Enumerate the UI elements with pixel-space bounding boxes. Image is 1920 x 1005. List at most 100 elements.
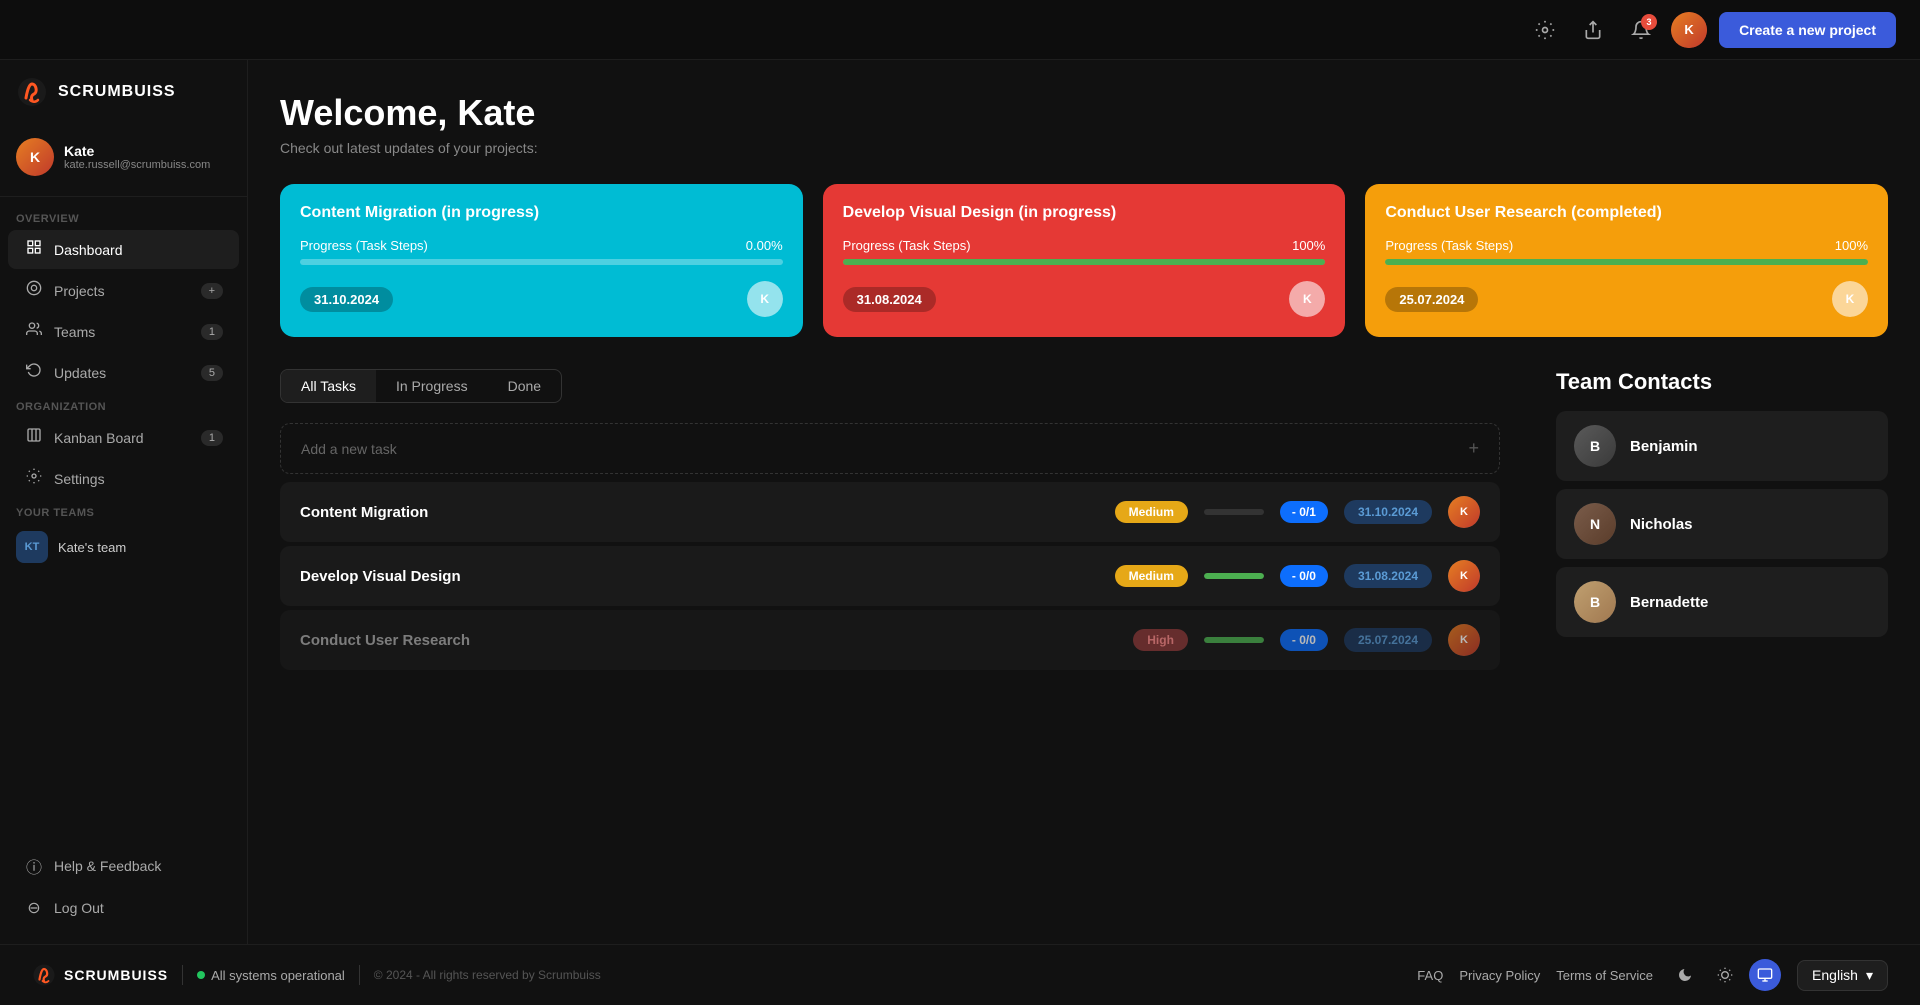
progress-bar-bg-0 [300, 259, 783, 265]
sidebar-user-info: Kate kate.russell@scrumbuiss.com [64, 143, 210, 171]
section-label-organization: Organization [0, 393, 247, 417]
footer-link-privacy[interactable]: Privacy Policy [1459, 968, 1540, 983]
right-panel: Team Contacts B Benjamin N Nicholas B [1528, 369, 1888, 670]
task-filter-tabs: All Tasks In Progress Done [280, 369, 562, 403]
dashboard-icon [24, 239, 44, 260]
logout-icon: ⊖ [24, 898, 44, 918]
card-avatar-0: K [747, 281, 783, 317]
sidebar-item-teams[interactable]: Teams 1 [8, 312, 239, 351]
tab-in-progress[interactable]: In Progress [376, 370, 488, 402]
project-card-visual-design[interactable]: Develop Visual Design (in progress) Prog… [823, 184, 1346, 337]
task-row-2[interactable]: Conduct User Research High - 0/0 25.07.2… [280, 610, 1500, 670]
card-date-2: 25.07.2024 [1385, 287, 1478, 312]
progress-bar-bg-1 [843, 259, 1326, 265]
settings-icon[interactable] [1527, 12, 1563, 48]
tab-all-tasks[interactable]: All Tasks [281, 370, 376, 402]
sidebar-help-label: Help & Feedback [54, 858, 161, 874]
task-progress-0 [1204, 509, 1264, 515]
sidebar-teams-label: Teams [54, 324, 95, 340]
add-task-button[interactable]: Add a new task + [280, 423, 1500, 474]
task-progress-bar-0 [1204, 509, 1264, 515]
sidebar-item-projects[interactable]: Projects + [8, 271, 239, 310]
sidebar-team-kates-team[interactable]: KT Kate's team [0, 523, 247, 571]
sidebar-item-settings[interactable]: Settings [8, 459, 239, 498]
card-avatar-1: K [1289, 281, 1325, 317]
contact-avatar-benjamin: B [1574, 425, 1616, 467]
monitor-icon[interactable] [1749, 959, 1781, 991]
teams-badge: 1 [201, 324, 223, 340]
main-layout: SCRUMBUISS K Kate kate.russell@scrumbuis… [0, 60, 1920, 944]
kanban-badge: 1 [201, 430, 223, 446]
tab-done[interactable]: Done [488, 370, 561, 402]
card-title-2: Conduct User Research (completed) [1385, 204, 1868, 222]
contact-avatar-nicholas: N [1574, 503, 1616, 545]
dark-mode-icon[interactable] [1669, 959, 1701, 991]
sidebar-user-profile[interactable]: K Kate kate.russell@scrumbuiss.com [0, 128, 247, 197]
task-row-0[interactable]: Content Migration Medium - 0/1 31.10.202… [280, 482, 1500, 542]
language-selector[interactable]: English ▾ [1797, 960, 1888, 991]
updates-icon [24, 362, 44, 383]
project-card-user-research[interactable]: Conduct User Research (completed) Progre… [1365, 184, 1888, 337]
footer-left: SCRUMBUISS All systems operational © 202… [32, 963, 601, 987]
project-card-content-migration[interactable]: Content Migration (in progress) Progress… [280, 184, 803, 337]
add-task-label: Add a new task [301, 441, 397, 457]
task-progress-bar-1 [1204, 573, 1264, 579]
footer: SCRUMBUISS All systems operational © 202… [0, 944, 1920, 1005]
teams-icon [24, 321, 44, 342]
notification-icon[interactable]: 3 [1623, 12, 1659, 48]
share-icon[interactable] [1575, 12, 1611, 48]
notification-badge: 3 [1641, 14, 1657, 30]
team-contacts-title: Team Contacts [1556, 369, 1888, 395]
projects-badge: + [201, 283, 223, 299]
sidebar-item-dashboard[interactable]: Dashboard [8, 230, 239, 269]
task-name-2: Conduct User Research [300, 632, 1117, 649]
sidebar-logo: SCRUMBUISS [0, 76, 247, 128]
task-priority-0: Medium [1115, 501, 1188, 523]
sidebar-spacer [0, 571, 247, 844]
task-priority-1: Medium [1115, 565, 1188, 587]
sidebar-item-kanban[interactable]: Kanban Board 1 [8, 418, 239, 457]
footer-divider-1 [182, 965, 183, 985]
footer-link-terms[interactable]: Terms of Service [1556, 968, 1653, 983]
contact-name-bernadette: Bernadette [1630, 594, 1708, 611]
logo-icon [16, 76, 48, 108]
projects-icon [24, 280, 44, 301]
sidebar-user-name: Kate [64, 143, 210, 159]
create-project-button[interactable]: Create a new project [1719, 12, 1896, 48]
light-mode-icon[interactable] [1709, 959, 1741, 991]
sidebar-kanban-label: Kanban Board [54, 430, 144, 446]
task-progress-bar-2 [1204, 637, 1264, 643]
language-chevron: ▾ [1866, 967, 1873, 984]
project-cards-container: Content Migration (in progress) Progress… [280, 184, 1888, 337]
sidebar-user-avatar: K [16, 138, 54, 176]
footer-right: FAQ Privacy Policy Terms of Service Engl… [1417, 959, 1888, 991]
updates-badge: 5 [201, 365, 223, 381]
card-title-1: Develop Visual Design (in progress) [843, 204, 1326, 222]
task-progress-2 [1204, 637, 1264, 643]
status-dot [197, 971, 205, 979]
sidebar-item-updates[interactable]: Updates 5 [8, 353, 239, 392]
team-avatar-kt: KT [16, 531, 48, 563]
progress-bar-fill-2 [1385, 259, 1868, 265]
task-list: Add a new task + Content Migration Mediu… [280, 423, 1500, 670]
contact-card-nicholas[interactable]: N Nicholas [1556, 489, 1888, 559]
task-row-1[interactable]: Develop Visual Design Medium - 0/0 31.08… [280, 546, 1500, 606]
sidebar-item-logout[interactable]: ⊖ Log Out [8, 889, 239, 927]
content-body: All Tasks In Progress Done Add a new tas… [280, 369, 1888, 670]
card-footer-0: 31.10.2024 K [300, 281, 783, 317]
card-footer-2: 25.07.2024 K [1385, 281, 1868, 317]
footer-brand-name: SCRUMBUISS [64, 967, 168, 983]
contact-name-nicholas: Nicholas [1630, 516, 1693, 533]
contact-card-benjamin[interactable]: B Benjamin [1556, 411, 1888, 481]
user-avatar-topbar[interactable]: K [1671, 12, 1707, 48]
add-task-icon: + [1468, 438, 1479, 459]
task-name-1: Develop Visual Design [300, 568, 1099, 585]
card-progress-label-1: Progress (Task Steps) 100% [843, 238, 1326, 253]
footer-logo-icon [32, 963, 56, 987]
section-label-overview: Overview [0, 205, 247, 229]
sidebar-updates-label: Updates [54, 365, 106, 381]
footer-link-faq[interactable]: FAQ [1417, 968, 1443, 983]
team-name-kates: Kate's team [58, 540, 126, 555]
sidebar-item-help[interactable]: ⓘ Help & Feedback [8, 845, 239, 887]
contact-card-bernadette[interactable]: B Bernadette [1556, 567, 1888, 637]
